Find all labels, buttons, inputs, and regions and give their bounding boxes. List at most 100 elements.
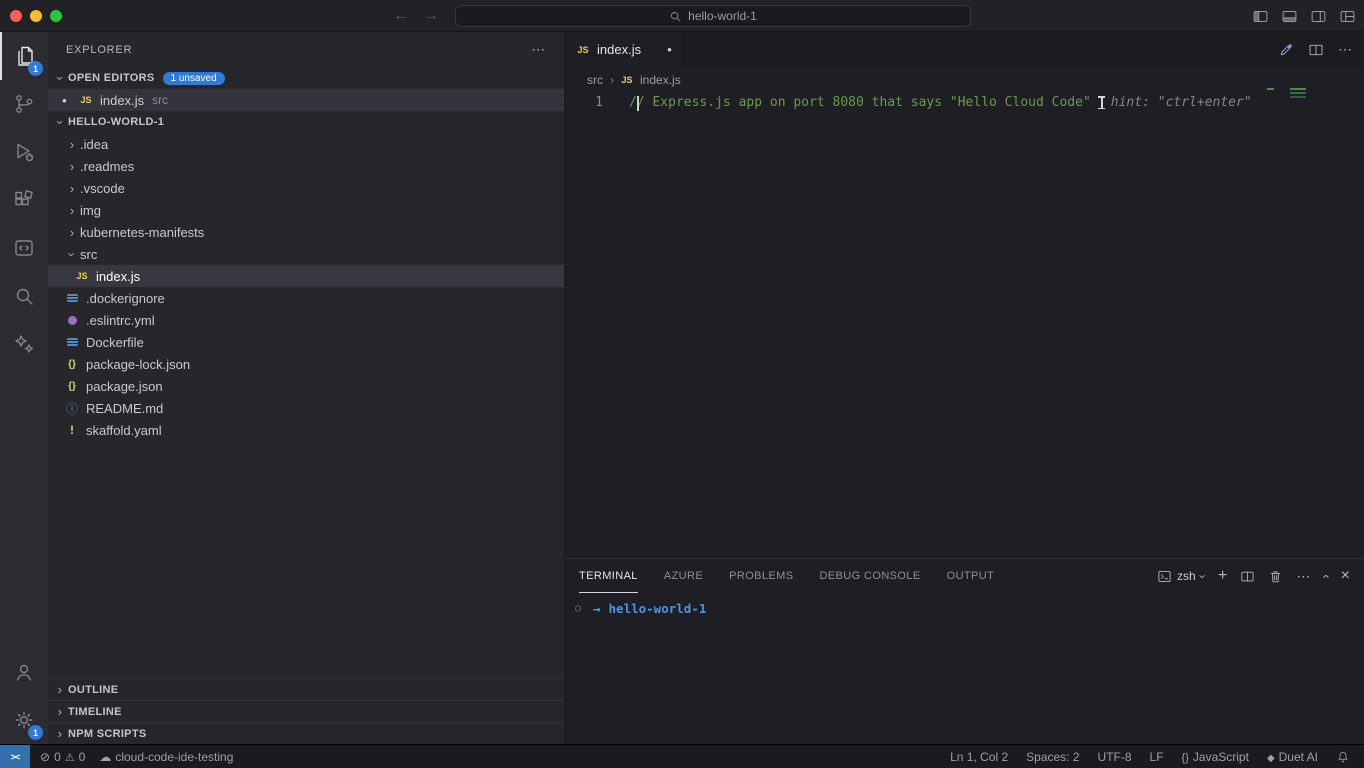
extensions-activity-button[interactable] [0,176,48,224]
maximize-panel-icon[interactable] [1318,574,1333,578]
tree-item-label: .vscode [80,181,125,196]
encoding[interactable]: UTF-8 [1098,750,1132,764]
status-bar: 0 0 cloud-code-ide-testing Ln 1, Col 2 S… [0,744,1364,768]
cloud-project-label: cloud-code-ide-testing [115,750,233,764]
explorer-badge: 1 [28,61,43,76]
close-window-button[interactable] [10,10,22,22]
chevron-right-icon [52,682,68,697]
chevron-right-icon [64,181,80,196]
tree-item-label: package-lock.json [86,357,190,372]
more-actions-icon[interactable] [1338,41,1352,58]
panel-more-actions-icon[interactable] [1296,568,1310,585]
modified-dot-icon[interactable] [62,96,78,105]
npm-scripts-section-header[interactable]: NPM SCRIPTS [48,722,564,744]
open-editor-item[interactable]: index.js src [48,89,564,111]
tab-debug-console[interactable]: DEBUG CONSOLE [819,559,920,593]
run-debug-activity-button[interactable] [0,128,48,176]
navigate-back-icon[interactable] [393,7,409,25]
toggle-primary-sidebar-icon[interactable] [1252,8,1269,25]
project-root-label: HELLO-WORLD-1 [68,116,164,128]
source-control-activity-button[interactable] [0,80,48,128]
inline-hint: hint: "ctrl+enter" [1111,95,1252,110]
tree-item-folder[interactable]: .vscode [48,177,564,199]
duet-ai-activity-button[interactable] [0,320,48,368]
yaml-file-icon [64,422,80,438]
tree-item-folder-src[interactable]: src [48,243,564,265]
tree-item-folder[interactable]: .readmes [48,155,564,177]
explorer-activity-button[interactable]: 1 [0,32,48,80]
minimize-window-button[interactable] [30,10,42,22]
tree-item-label: .idea [80,137,108,152]
cloud-code-icon [12,236,36,260]
modified-dot-icon[interactable] [667,45,672,54]
tree-item-folder[interactable]: .idea [48,133,564,155]
section-label: NPM SCRIPTS [68,728,146,740]
cursor-position[interactable]: Ln 1, Col 2 [950,750,1008,764]
tab-problems[interactable]: PROBLEMS [729,559,793,593]
outline-section-header[interactable]: OUTLINE [48,678,564,700]
timeline-section-header[interactable]: TIMELINE [48,700,564,722]
tab-index-js[interactable]: index.js [565,32,683,67]
problems-status[interactable]: 0 0 [40,750,85,764]
indentation[interactable]: Spaces: 2 [1026,750,1079,764]
chevron-down-icon [64,247,80,262]
toggle-secondary-sidebar-icon[interactable] [1310,8,1327,25]
cloud-code-status[interactable]: cloud-code-ide-testing [99,750,233,764]
breadcrumb-file[interactable]: index.js [640,73,681,87]
mouse-ibeam-cursor [1101,96,1103,109]
chevron-right-icon [52,704,68,719]
duet-label: Duet AI [1279,750,1318,764]
split-editor-icon[interactable] [1308,42,1324,58]
command-center-search[interactable]: hello-world-1 [455,5,971,27]
text-caret [637,96,639,111]
tree-item-file[interactable]: .eslintrc.yml [48,309,564,331]
notifications-bell[interactable] [1336,750,1350,764]
tree-item-file[interactable]: skaffold.yaml [48,419,564,441]
minimap[interactable] [1240,84,1320,144]
navigate-forward-icon[interactable] [423,7,439,25]
kill-terminal-icon[interactable] [1268,569,1283,584]
tab-azure[interactable]: AZURE [664,559,703,593]
language-mode[interactable]: JavaScript [1182,750,1249,764]
tree-item-folder[interactable]: img [48,199,564,221]
braces-icon [1182,750,1189,764]
tree-item-folder[interactable]: kubernetes-manifests [48,221,564,243]
unsaved-badge: 1 unsaved [163,72,225,85]
new-terminal-icon[interactable] [1218,567,1227,585]
eslint-file-icon [64,312,80,328]
extensions-icon [12,188,36,212]
eol-sequence[interactable]: LF [1150,750,1164,764]
command-decoration-icon[interactable] [575,603,593,614]
tree-item-file[interactable]: .dockerignore [48,287,564,309]
cloud-code-activity-button[interactable] [0,224,48,272]
duet-ai-status[interactable]: Duet AI [1267,750,1318,764]
terminal-content[interactable]: → hello-world-1 [565,593,1364,616]
accounts-button[interactable] [0,648,48,696]
search-activity-button[interactable] [0,272,48,320]
customize-layout-icon[interactable] [1339,8,1356,25]
project-root-header[interactable]: HELLO-WORLD-1 [48,111,564,133]
tree-item-file[interactable]: package.json [48,375,564,397]
tree-item-label: kubernetes-manifests [80,225,204,240]
activity-bar: 1 1 [0,32,48,744]
remote-indicator[interactable] [0,745,30,768]
duet-code-assist-icon[interactable] [1278,42,1294,58]
shell-name: zsh [1177,569,1196,583]
toggle-panel-icon[interactable] [1281,8,1298,25]
tree-item-file[interactable]: Dockerfile [48,331,564,353]
tree-item-file[interactable]: package-lock.json [48,353,564,375]
tree-item-file[interactable]: README.md [48,397,564,419]
breadcrumb-folder[interactable]: src [587,73,603,87]
close-panel-icon[interactable] [1341,567,1350,585]
tab-terminal[interactable]: TERMINAL [579,559,638,593]
open-editors-header[interactable]: OPEN EDITORS 1 unsaved [48,67,564,89]
explorer-more-actions-icon[interactable] [531,41,546,58]
launch-profile-dropdown[interactable]: zsh [1157,569,1205,584]
tab-output[interactable]: OUTPUT [947,559,995,593]
split-terminal-icon[interactable] [1240,569,1255,584]
tree-item-label: package.json [86,379,163,394]
tree-item-index-js[interactable]: index.js [48,265,564,287]
zoom-window-button[interactable] [50,10,62,22]
settings-button[interactable]: 1 [0,696,48,744]
account-icon [12,660,36,684]
